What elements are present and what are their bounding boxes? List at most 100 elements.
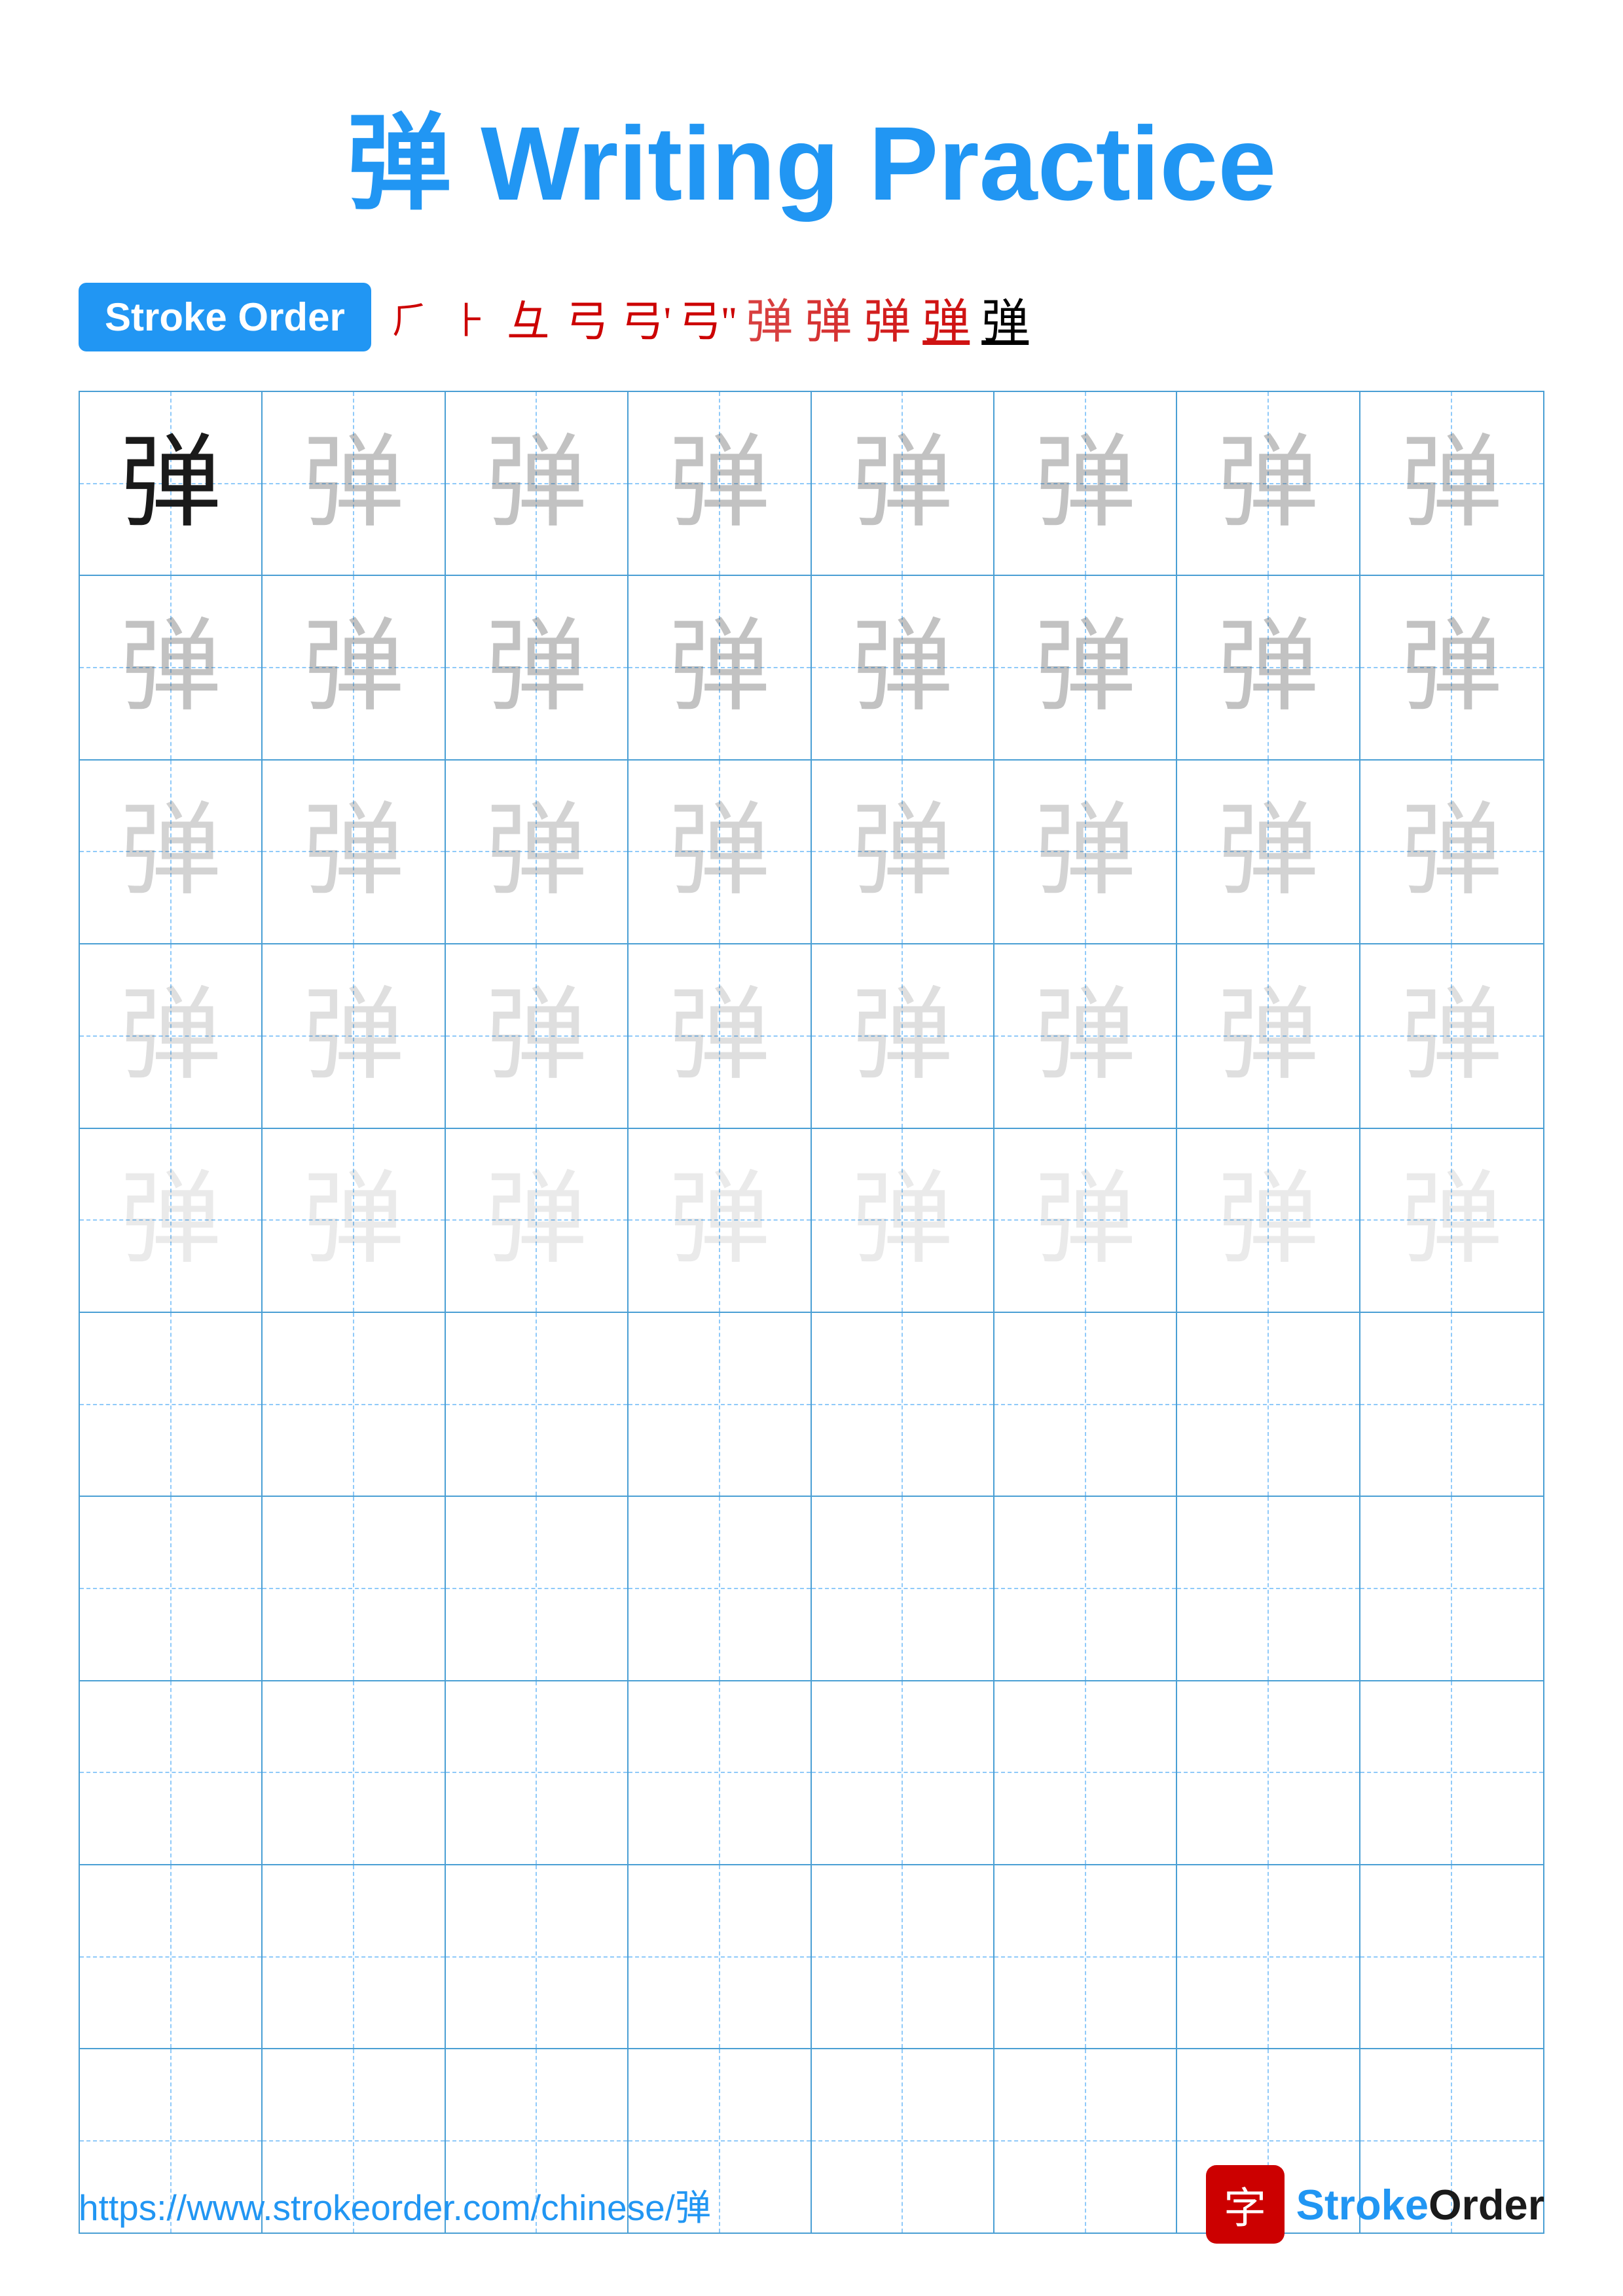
grid-row-9 bbox=[80, 1865, 1543, 2049]
grid-cell-4-1[interactable]: 弹 bbox=[80, 944, 263, 1127]
grid-cell-9-2[interactable] bbox=[263, 1865, 445, 2048]
grid-cell-7-4[interactable] bbox=[629, 1497, 811, 1679]
title-text: Writing Practice bbox=[452, 105, 1277, 222]
grid-cell-9-8[interactable] bbox=[1360, 1865, 1543, 2048]
grid-cell-9-6[interactable] bbox=[994, 1865, 1177, 2048]
grid-cell-5-8[interactable]: 弹 bbox=[1360, 1129, 1543, 1312]
grid-cell-6-4[interactable] bbox=[629, 1313, 811, 1496]
char-display: 弹 bbox=[668, 433, 770, 534]
grid-cell-1-3[interactable]: 弹 bbox=[446, 392, 629, 575]
grid-cell-1-2[interactable]: 弹 bbox=[263, 392, 445, 575]
grid-row-4: 弹 弹 弹 弹 弹 弹 弹 弹 bbox=[80, 944, 1543, 1128]
char-display: 弹 bbox=[1217, 985, 1319, 1086]
grid-cell-9-7[interactable] bbox=[1177, 1865, 1360, 2048]
grid-cell-4-7[interactable]: 弹 bbox=[1177, 944, 1360, 1127]
grid-cell-7-1[interactable] bbox=[80, 1497, 263, 1679]
char-display: 弹 bbox=[120, 433, 221, 534]
char-display: 弹 bbox=[1401, 985, 1503, 1086]
grid-cell-4-3[interactable]: 弹 bbox=[446, 944, 629, 1127]
char-display: 弹 bbox=[1401, 617, 1503, 719]
stroke-step-5: 弓' bbox=[620, 287, 672, 348]
grid-cell-1-1[interactable]: 弹 bbox=[80, 392, 263, 575]
grid-cell-3-1[interactable]: 弹 bbox=[80, 761, 263, 943]
char-display: 弹 bbox=[1401, 1170, 1503, 1271]
stroke-step-4: 弓 bbox=[561, 287, 613, 348]
grid-cell-5-3[interactable]: 弹 bbox=[446, 1129, 629, 1312]
grid-cell-7-3[interactable] bbox=[446, 1497, 629, 1679]
grid-cell-6-6[interactable] bbox=[994, 1313, 1177, 1496]
grid-cell-8-3[interactable] bbox=[446, 1681, 629, 1864]
grid-cell-8-4[interactable] bbox=[629, 1681, 811, 1864]
grid-cell-3-4[interactable]: 弹 bbox=[629, 761, 811, 943]
grid-cell-6-3[interactable] bbox=[446, 1313, 629, 1496]
grid-cell-2-2[interactable]: 弹 bbox=[263, 576, 445, 759]
grid-cell-5-7[interactable]: 弹 bbox=[1177, 1129, 1360, 1312]
grid-cell-5-1[interactable]: 弹 bbox=[80, 1129, 263, 1312]
grid-cell-7-2[interactable] bbox=[263, 1497, 445, 1679]
grid-cell-4-5[interactable]: 弹 bbox=[812, 944, 994, 1127]
grid-row-1: 弹 弹 弹 弹 弹 弹 弹 弹 bbox=[80, 392, 1543, 576]
grid-cell-6-2[interactable] bbox=[263, 1313, 445, 1496]
char-display: 弹 bbox=[120, 801, 221, 903]
stroke-order-badge: Stroke Order bbox=[79, 283, 371, 351]
footer-url: https://www.strokeorder.com/chinese/弹 bbox=[79, 2178, 711, 2231]
char-display: 弹 bbox=[486, 1170, 587, 1271]
grid-cell-8-1[interactable] bbox=[80, 1681, 263, 1864]
char-display: 弹 bbox=[303, 433, 405, 534]
char-display: 弹 bbox=[303, 1170, 405, 1271]
grid-cell-8-2[interactable] bbox=[263, 1681, 445, 1864]
grid-cell-3-3[interactable]: 弹 bbox=[446, 761, 629, 943]
grid-cell-7-6[interactable] bbox=[994, 1497, 1177, 1679]
char-display: 弹 bbox=[1034, 1170, 1136, 1271]
stroke-step-1: ⺁ bbox=[384, 291, 437, 344]
grid-cell-1-6[interactable]: 弹 bbox=[994, 392, 1177, 575]
grid-cell-5-4[interactable]: 弹 bbox=[629, 1129, 811, 1312]
char-display: 弹 bbox=[668, 1170, 770, 1271]
grid-cell-3-5[interactable]: 弹 bbox=[812, 761, 994, 943]
grid-cell-2-4[interactable]: 弹 bbox=[629, 576, 811, 759]
grid-cell-5-5[interactable]: 弹 bbox=[812, 1129, 994, 1312]
grid-cell-2-7[interactable]: 弹 bbox=[1177, 576, 1360, 759]
stroke-step-9: 弹 bbox=[861, 283, 913, 351]
grid-cell-6-5[interactable] bbox=[812, 1313, 994, 1496]
grid-cell-5-2[interactable]: 弹 bbox=[263, 1129, 445, 1312]
grid-cell-1-5[interactable]: 弹 bbox=[812, 392, 994, 575]
grid-row-8 bbox=[80, 1681, 1543, 1865]
grid-cell-4-2[interactable]: 弹 bbox=[263, 944, 445, 1127]
grid-cell-1-8[interactable]: 弹 bbox=[1360, 392, 1543, 575]
grid-cell-9-5[interactable] bbox=[812, 1865, 994, 2048]
grid-cell-9-3[interactable] bbox=[446, 1865, 629, 2048]
grid-cell-8-6[interactable] bbox=[994, 1681, 1177, 1864]
stroke-step-10: 弹 bbox=[920, 283, 972, 351]
grid-cell-6-1[interactable] bbox=[80, 1313, 263, 1496]
grid-cell-5-6[interactable]: 弹 bbox=[994, 1129, 1177, 1312]
grid-cell-8-7[interactable] bbox=[1177, 1681, 1360, 1864]
grid-cell-1-4[interactable]: 弹 bbox=[629, 392, 811, 575]
grid-cell-2-1[interactable]: 弹 bbox=[80, 576, 263, 759]
grid-cell-3-8[interactable]: 弹 bbox=[1360, 761, 1543, 943]
grid-cell-2-3[interactable]: 弹 bbox=[446, 576, 629, 759]
grid-cell-4-6[interactable]: 弹 bbox=[994, 944, 1177, 1127]
grid-cell-3-2[interactable]: 弹 bbox=[263, 761, 445, 943]
page: 弹 Writing Practice Stroke Order ⺁ ⺊ 彑 弓 … bbox=[0, 0, 1623, 2296]
grid-cell-3-6[interactable]: 弹 bbox=[994, 761, 1177, 943]
grid-cell-3-7[interactable]: 弹 bbox=[1177, 761, 1360, 943]
grid-cell-8-5[interactable] bbox=[812, 1681, 994, 1864]
grid-row-6 bbox=[80, 1313, 1543, 1497]
grid-cell-6-7[interactable] bbox=[1177, 1313, 1360, 1496]
grid-cell-9-4[interactable] bbox=[629, 1865, 811, 2048]
grid-cell-7-5[interactable] bbox=[812, 1497, 994, 1679]
grid-row-3: 弹 弹 弹 弹 弹 弹 弹 弹 bbox=[80, 761, 1543, 944]
grid-cell-2-8[interactable]: 弹 bbox=[1360, 576, 1543, 759]
stroke-steps: ⺁ ⺊ 彑 弓 弓' 弓'' 弹 弹 弹 弹 弹 bbox=[384, 283, 1544, 351]
grid-cell-1-7[interactable]: 弹 bbox=[1177, 392, 1360, 575]
grid-cell-6-8[interactable] bbox=[1360, 1313, 1543, 1496]
grid-cell-9-1[interactable] bbox=[80, 1865, 263, 2048]
grid-cell-2-6[interactable]: 弹 bbox=[994, 576, 1177, 759]
grid-cell-4-4[interactable]: 弹 bbox=[629, 944, 811, 1127]
grid-cell-4-8[interactable]: 弹 bbox=[1360, 944, 1543, 1127]
grid-cell-7-8[interactable] bbox=[1360, 1497, 1543, 1679]
grid-cell-8-8[interactable] bbox=[1360, 1681, 1543, 1864]
grid-cell-2-5[interactable]: 弹 bbox=[812, 576, 994, 759]
grid-cell-7-7[interactable] bbox=[1177, 1497, 1360, 1679]
